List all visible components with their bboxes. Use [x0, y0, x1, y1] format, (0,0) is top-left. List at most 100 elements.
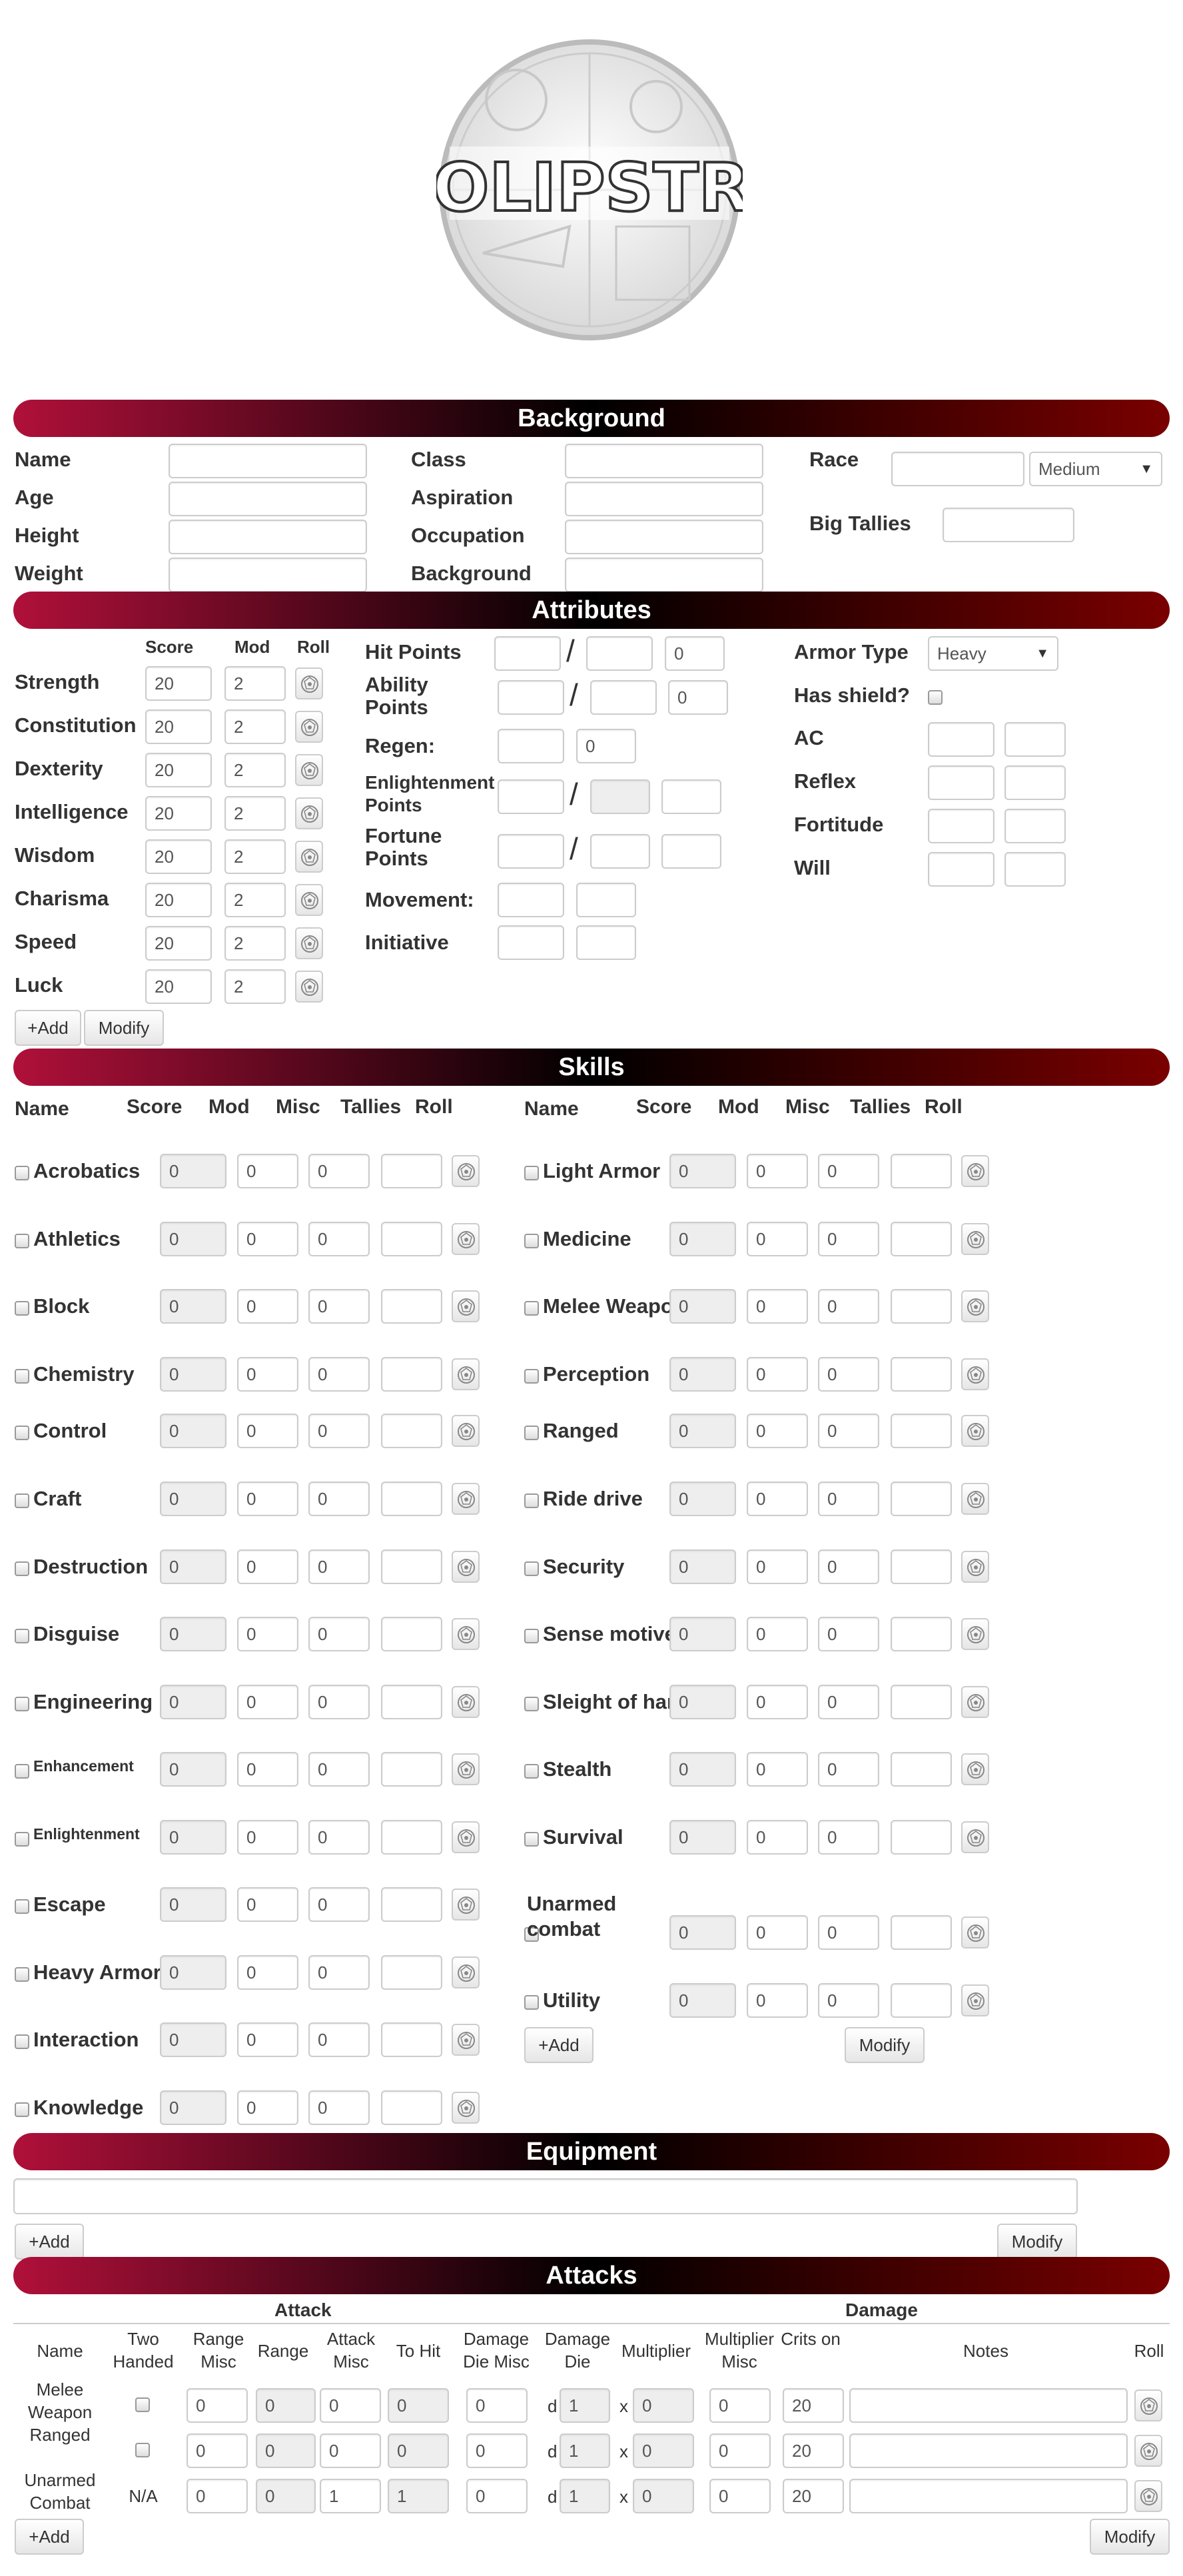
damage-die-field[interactable]: 1: [560, 2388, 610, 2423]
skill-tallies-field[interactable]: [381, 1549, 442, 1584]
background-field[interactable]: [565, 558, 763, 592]
attribute-mod-field[interactable]: 2: [224, 709, 286, 744]
skill-mod-field[interactable]: 0: [237, 1617, 298, 1651]
skill-mod-field[interactable]: 0: [237, 1154, 298, 1188]
skill-checkbox[interactable]: [524, 1995, 539, 2010]
skill-misc-field[interactable]: 0: [308, 1414, 370, 1448]
skill-mod-field[interactable]: 0: [747, 1820, 808, 1855]
skill-tallies-field[interactable]: [381, 1820, 442, 1855]
damage-die-misc-field[interactable]: 0: [466, 2433, 528, 2468]
roll-button[interactable]: [1134, 2389, 1162, 2421]
skill-score-field[interactable]: 0: [160, 2090, 226, 2125]
skill-misc-field[interactable]: 0: [818, 1482, 879, 1516]
has-shield-checkbox[interactable]: [928, 690, 943, 705]
multiplier-misc-field[interactable]: 0: [709, 2433, 771, 2468]
race-field[interactable]: [891, 452, 1024, 486]
skill-score-field[interactable]: 0: [160, 1482, 226, 1516]
damage-die-misc-field[interactable]: 0: [466, 2388, 528, 2423]
attack-notes-field[interactable]: [849, 2479, 1128, 2513]
fortune-points-temp[interactable]: [661, 834, 721, 869]
skill-score-field[interactable]: 0: [669, 1289, 736, 1324]
attribute-score-field[interactable]: 20: [145, 883, 212, 917]
skill-mod-field[interactable]: 0: [747, 1289, 808, 1324]
skill-mod-field[interactable]: 0: [237, 2090, 298, 2125]
roll-button[interactable]: [961, 1821, 989, 1853]
skill-mod-field[interactable]: 0: [237, 1752, 298, 1787]
skill-misc-field[interactable]: 0: [818, 1289, 879, 1324]
attribute-score-field[interactable]: 20: [145, 796, 212, 831]
attacks-modify-button[interactable]: Modify: [1090, 2519, 1170, 2555]
skill-tallies-field[interactable]: [891, 1617, 952, 1651]
ability-points-max[interactable]: [590, 680, 657, 715]
skill-mod-field[interactable]: 0: [747, 1222, 808, 1256]
attribute-score-field[interactable]: 20: [145, 839, 212, 874]
enlightenment-points-current[interactable]: [498, 779, 564, 814]
hit-points-current[interactable]: [494, 636, 561, 671]
skill-tallies-field[interactable]: [891, 1983, 952, 2018]
skill-mod-field[interactable]: 0: [747, 1685, 808, 1719]
ac-misc-field[interactable]: [1004, 722, 1066, 757]
attributes-add-button[interactable]: +Add: [15, 1010, 81, 1046]
skill-checkbox[interactable]: [524, 1426, 539, 1440]
skill-misc-field[interactable]: 0: [308, 1549, 370, 1584]
skill-tallies-field[interactable]: [381, 1414, 442, 1448]
attribute-mod-field[interactable]: 2: [224, 753, 286, 787]
skill-tallies-field[interactable]: [891, 1685, 952, 1719]
attribute-mod-field[interactable]: 2: [224, 883, 286, 917]
skill-misc-field[interactable]: 0: [818, 1820, 879, 1855]
skill-tallies-field[interactable]: [891, 1549, 952, 1584]
skill-mod-field[interactable]: 0: [237, 1820, 298, 1855]
attack-notes-field[interactable]: [849, 2388, 1128, 2423]
two-handed-checkbox[interactable]: [135, 2443, 150, 2457]
skill-mod-field[interactable]: 0: [237, 1289, 298, 1324]
skill-mod-field[interactable]: 0: [237, 1549, 298, 1584]
roll-button[interactable]: [961, 1618, 989, 1650]
skill-tallies-field[interactable]: [381, 2090, 442, 2125]
skill-misc-field[interactable]: 0: [818, 1154, 879, 1188]
skill-misc-field[interactable]: 0: [308, 1222, 370, 1256]
skill-tallies-field[interactable]: [891, 1357, 952, 1392]
skill-score-field[interactable]: 0: [669, 1482, 736, 1516]
skill-checkbox[interactable]: [15, 1832, 29, 1847]
roll-button[interactable]: [295, 884, 323, 916]
roll-button[interactable]: [452, 2024, 480, 2056]
skill-misc-field[interactable]: 0: [818, 1915, 879, 1950]
skill-misc-field[interactable]: 0: [308, 1685, 370, 1719]
skill-checkbox[interactable]: [15, 1629, 29, 1643]
roll-button[interactable]: [452, 1223, 480, 1255]
skill-tallies-field[interactable]: [381, 1482, 442, 1516]
skill-tallies-field[interactable]: [381, 1222, 442, 1256]
skill-score-field[interactable]: 0: [160, 1820, 226, 1855]
skill-misc-field[interactable]: 0: [818, 1983, 879, 2018]
skill-tallies-field[interactable]: [891, 1414, 952, 1448]
roll-button[interactable]: [961, 1483, 989, 1515]
skill-mod-field[interactable]: 0: [237, 1357, 298, 1392]
attack-range-field[interactable]: 0: [256, 2433, 316, 2468]
skill-score-field[interactable]: 0: [160, 1289, 226, 1324]
multiplier-misc-field[interactable]: 0: [709, 2479, 771, 2513]
roll-button[interactable]: [961, 1686, 989, 1718]
damage-die-field[interactable]: 1: [560, 2433, 610, 2468]
skill-misc-field[interactable]: 0: [818, 1357, 879, 1392]
skill-misc-field[interactable]: 0: [308, 1482, 370, 1516]
skill-score-field[interactable]: 0: [160, 1887, 226, 1922]
skill-tallies-field[interactable]: [381, 1955, 442, 1990]
roll-button[interactable]: [961, 1358, 989, 1390]
crits-on-field[interactable]: 20: [783, 2433, 844, 2468]
roll-button[interactable]: [295, 841, 323, 873]
skill-mod-field[interactable]: 0: [237, 1685, 298, 1719]
skill-tallies-field[interactable]: [891, 1154, 952, 1188]
skill-misc-field[interactable]: 0: [308, 1955, 370, 1990]
damage-die-misc-field[interactable]: 0: [466, 2479, 528, 2513]
skill-mod-field[interactable]: 0: [237, 1414, 298, 1448]
roll-button[interactable]: [452, 1889, 480, 1921]
skill-tallies-field[interactable]: [381, 1289, 442, 1324]
roll-button[interactable]: [452, 1686, 480, 1718]
skill-mod-field[interactable]: 0: [237, 1222, 298, 1256]
roll-button[interactable]: [452, 1290, 480, 1322]
skill-checkbox[interactable]: [15, 1234, 29, 1248]
skill-checkbox[interactable]: [524, 1832, 539, 1847]
attribute-score-field[interactable]: 20: [145, 969, 212, 1004]
movement-field[interactable]: [498, 883, 564, 917]
skill-misc-field[interactable]: 0: [308, 2022, 370, 2057]
